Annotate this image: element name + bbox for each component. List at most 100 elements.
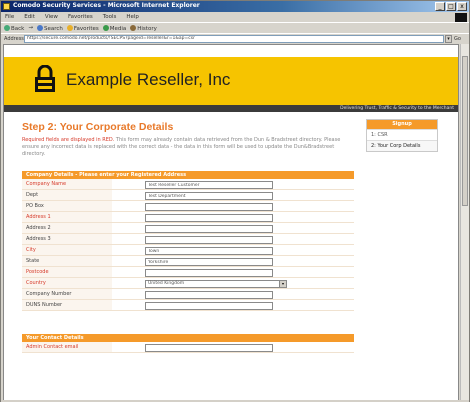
city-input[interactable] <box>145 247 273 255</box>
required-notice: Required fields are displayed in RED. <box>22 137 115 143</box>
menu-help[interactable]: Help <box>126 12 139 22</box>
form-row-address-2: Address 2 <box>22 223 354 234</box>
field-cell <box>112 289 354 299</box>
history-button[interactable]: History <box>130 24 157 32</box>
address-2-input[interactable] <box>145 225 273 233</box>
postcode-input[interactable] <box>145 269 273 277</box>
menu-bar: File Edit View Favorites Tools Help <box>1 12 469 22</box>
form-row-admin-contact-email: Admin Contact email <box>22 342 354 353</box>
form-row-company-name: Company Name <box>22 179 354 190</box>
search-icon <box>36 24 43 31</box>
signup-step-csr[interactable]: 1: CSR <box>367 129 437 140</box>
state-input[interactable] <box>145 258 273 266</box>
company-number-input[interactable] <box>145 291 273 299</box>
field-label: Address 1 <box>22 212 112 222</box>
field-label: Country <box>22 278 112 288</box>
company-section-header: Company Details - Please enter your Regi… <box>22 171 354 179</box>
chevron-down-icon[interactable]: ▾ <box>279 281 286 287</box>
favorites-button[interactable]: Favorites <box>66 24 99 32</box>
form-row-city: City <box>22 245 354 256</box>
windows-logo-icon <box>455 13 467 22</box>
go-button[interactable]: Go <box>454 36 461 42</box>
contact-section-header: Your Contact Details <box>22 334 354 342</box>
field-label: City <box>22 245 112 255</box>
admin-contact-email-input[interactable] <box>145 344 273 352</box>
address-label: Address <box>4 36 24 42</box>
toolbar: Back → Search Favorites Media History <box>1 22 469 33</box>
history-icon <box>130 24 137 31</box>
form-row-country: Country United Kingdom ▾ <box>22 278 354 289</box>
dept-input[interactable] <box>145 192 273 200</box>
signup-header: Signup <box>367 120 437 129</box>
field-label: Company Number <box>22 289 112 299</box>
menu-tools[interactable]: Tools <box>103 12 117 22</box>
page-viewport: Example Reseller, Inc Delivering Trust, … <box>3 44 459 401</box>
address-1-input[interactable] <box>145 214 273 222</box>
company-details-form: Company NameDeptPO BoxAddress 1Address 2… <box>22 179 354 311</box>
scrollbar-thumb[interactable] <box>462 56 468 206</box>
field-label: Company Name <box>22 179 112 189</box>
menu-view[interactable]: View <box>45 12 58 22</box>
field-cell <box>112 300 354 310</box>
country-select[interactable]: United Kingdom ▾ <box>145 280 287 288</box>
site-banner: Example Reseller, Inc <box>4 57 458 105</box>
tagline-bar: Delivering Trust, Traffic & Security to … <box>4 105 458 112</box>
field-label: DUNS Number <box>22 300 112 310</box>
favorites-icon <box>66 24 73 31</box>
address-bar: Address https://secure.comodo.net/produc… <box>1 33 469 43</box>
form-row-address-3: Address 3 <box>22 234 354 245</box>
intro-text: Required fields are displayed in RED. Th… <box>22 137 354 158</box>
menu-file[interactable]: File <box>5 12 14 22</box>
field-label: PO Box <box>22 201 112 211</box>
menu-edit[interactable]: Edit <box>24 12 35 22</box>
select-value: United Kingdom <box>148 281 185 286</box>
company-name: Example Reseller, Inc <box>66 70 231 89</box>
form-row-duns-number: DUNS Number <box>22 300 354 311</box>
maximize-button[interactable]: □ <box>446 2 456 11</box>
window-controls: _ □ x <box>435 2 467 11</box>
field-label: Dept <box>22 190 112 200</box>
ie-app-icon <box>3 3 10 10</box>
address-dropdown-button[interactable]: ▾ <box>445 35 452 43</box>
forward-button[interactable]: → <box>28 25 33 31</box>
search-button[interactable]: Search <box>36 24 63 32</box>
company-name-input[interactable] <box>145 181 273 189</box>
back-icon <box>4 24 10 31</box>
field-cell <box>112 179 354 189</box>
close-button[interactable]: x <box>457 2 467 11</box>
form-row-postcode: Postcode <box>22 267 354 278</box>
form-row-address-1: Address 1 <box>22 212 354 223</box>
field-label: Address 3 <box>22 234 112 244</box>
window-title: Comodo Security Services - Microsoft Int… <box>13 2 200 9</box>
signup-steps-box: Signup 1: CSR 2: Your Corp Details <box>366 119 438 152</box>
field-label: Postcode <box>22 267 112 277</box>
field-label: Address 2 <box>22 223 112 233</box>
browser-window: Comodo Security Services - Microsoft Int… <box>0 0 470 402</box>
field-cell <box>112 201 354 211</box>
field-cell <box>112 223 354 233</box>
signup-step-corp-details[interactable]: 2: Your Corp Details <box>367 140 437 151</box>
field-cell <box>112 267 354 277</box>
address-3-input[interactable] <box>145 236 273 244</box>
po-box-input[interactable] <box>145 203 273 211</box>
field-label: State <box>22 256 112 266</box>
media-button[interactable]: Media <box>102 24 126 32</box>
field-cell <box>112 245 354 255</box>
page-title: Step 2: Your Corporate Details <box>22 121 174 133</box>
form-row-state: State <box>22 256 354 267</box>
padlock-logo-icon <box>35 65 55 92</box>
media-icon <box>102 24 109 31</box>
tagline: Delivering Trust, Traffic & Security to … <box>340 106 454 111</box>
menu-favorites[interactable]: Favorites <box>68 12 93 22</box>
address-input[interactable]: https://secure.comodo.net/products/!SECP… <box>24 35 444 43</box>
field-cell <box>112 212 354 222</box>
field-cell <box>112 234 354 244</box>
form-row-dept: Dept <box>22 190 354 201</box>
contact-details-form: Admin Contact email <box>22 342 354 353</box>
field-cell <box>112 190 354 200</box>
back-button[interactable]: Back <box>4 24 24 32</box>
duns-number-input[interactable] <box>145 302 273 310</box>
vertical-scrollbar[interactable] <box>460 44 469 401</box>
field-cell: United Kingdom ▾ <box>112 278 354 288</box>
minimize-button[interactable]: _ <box>435 2 445 11</box>
